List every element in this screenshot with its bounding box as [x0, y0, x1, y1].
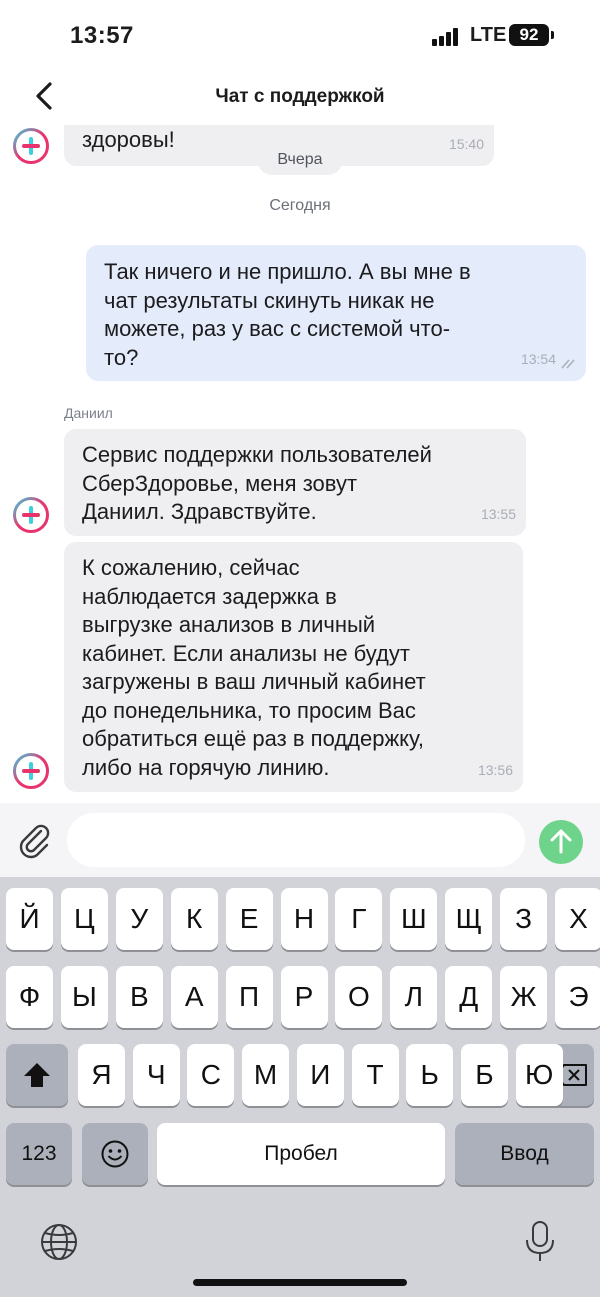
key-3[interactable]: С [187, 1044, 235, 1106]
message-time: 13:54 [520, 350, 556, 367]
key-6[interactable]: Р [280, 966, 328, 1028]
signal-icon [432, 26, 462, 46]
network-type: LTE [470, 24, 507, 46]
key-8[interactable]: Л [390, 966, 438, 1028]
message-time: 13:55 [480, 505, 516, 522]
message-bubble-incoming[interactable]: К сожалению, сейчас наблюдается задержка… [64, 542, 523, 792]
plus-logo-icon [13, 497, 49, 533]
key-9[interactable]: Щ [445, 888, 493, 950]
battery-icon: 92 [509, 24, 549, 46]
double-check-icon [561, 359, 575, 369]
composer [0, 803, 600, 877]
key-10[interactable]: Ж [500, 966, 548, 1028]
key-2[interactable]: Ы [60, 966, 108, 1028]
paperclip-icon[interactable] [14, 819, 54, 859]
key-11[interactable]: Э [555, 966, 600, 1028]
key-9[interactable]: Д [445, 966, 493, 1028]
key-2[interactable]: Ц [60, 888, 108, 950]
chat-header: Чат с поддержкой [0, 70, 600, 125]
microphone-icon[interactable] [522, 1219, 558, 1265]
shift-key[interactable] [6, 1044, 68, 1106]
return-key[interactable]: Ввод [455, 1123, 594, 1185]
message-bubble-outgoing[interactable]: Так ничего и не пришло. А вы мне в чат р… [86, 245, 586, 381]
key-1[interactable]: Й [6, 888, 53, 950]
message-time: 15:40 [448, 135, 484, 152]
key-7[interactable]: Ь [406, 1044, 454, 1106]
shift-icon [24, 1063, 50, 1087]
send-button[interactable] [539, 820, 583, 864]
key-3[interactable]: У [115, 888, 163, 950]
key-7[interactable]: Г [335, 888, 383, 950]
plus-logo-icon [13, 128, 49, 164]
sender-name: Даниил [64, 405, 113, 421]
key-5[interactable]: П [225, 966, 273, 1028]
key-4[interactable]: А [170, 966, 218, 1028]
message-bubble-incoming[interactable]: Сервис поддержки пользователей СберЗдоро… [64, 429, 526, 536]
message-time: 13:56 [477, 761, 513, 778]
message-text: Сервис поддержки пользователей СберЗдоро… [82, 442, 432, 524]
day-separator-today: Сегодня [269, 197, 331, 214]
key-11[interactable]: Х [555, 888, 600, 950]
key-1[interactable]: Ф [6, 966, 53, 1028]
numbers-key[interactable]: 123 [6, 1123, 72, 1185]
key-7[interactable]: О [335, 966, 383, 1028]
key-8[interactable]: Б [460, 1044, 508, 1106]
key-9[interactable]: Ю [515, 1044, 563, 1106]
key-4[interactable]: М [242, 1044, 290, 1106]
key-6[interactable]: Т [351, 1044, 399, 1106]
page-title: Чат с поддержкой [215, 86, 385, 107]
arrow-up-icon [550, 829, 572, 854]
plus-logo-icon [13, 753, 49, 789]
emoji-icon [101, 1140, 129, 1168]
key-2[interactable]: Ч [132, 1044, 180, 1106]
message-text: К сожалению, сейчас наблюдается задержка… [82, 555, 426, 780]
key-1[interactable]: Я [78, 1044, 125, 1106]
home-indicator [193, 1279, 407, 1286]
day-separator-yesterday: Вчера [258, 145, 342, 175]
key-3[interactable]: В [115, 966, 163, 1028]
emoji-key[interactable] [82, 1123, 148, 1185]
battery-tip [551, 31, 554, 39]
keyboard: ЙЦУКЕНГШЩЗХ ФЫВАПРОЛДЖЭ ЯЧСМИТЬБЮ 123 Пр… [0, 877, 600, 1297]
message-text: здоровы! [82, 127, 175, 152]
chat-screen: 13:57 LTE 92 Чат с поддержкой здоровы! 1… [0, 0, 600, 1297]
status-time: 13:57 [70, 22, 134, 49]
globe-icon[interactable] [38, 1221, 80, 1263]
key-4[interactable]: К [170, 888, 218, 950]
key-10[interactable]: З [500, 888, 548, 950]
message-list[interactable]: здоровы! 15:40 Вчера Сегодня Так ничего … [0, 125, 600, 803]
key-5[interactable]: Е [225, 888, 273, 950]
message-text: Так ничего и не пришло. А вы мне в чат р… [104, 259, 471, 370]
key-5[interactable]: И [296, 1044, 344, 1106]
message-input[interactable] [67, 813, 525, 867]
status-bar: 13:57 LTE 92 [0, 0, 600, 70]
space-key[interactable]: Пробел [157, 1123, 445, 1185]
key-6[interactable]: Н [280, 888, 328, 950]
key-8[interactable]: Ш [390, 888, 438, 950]
